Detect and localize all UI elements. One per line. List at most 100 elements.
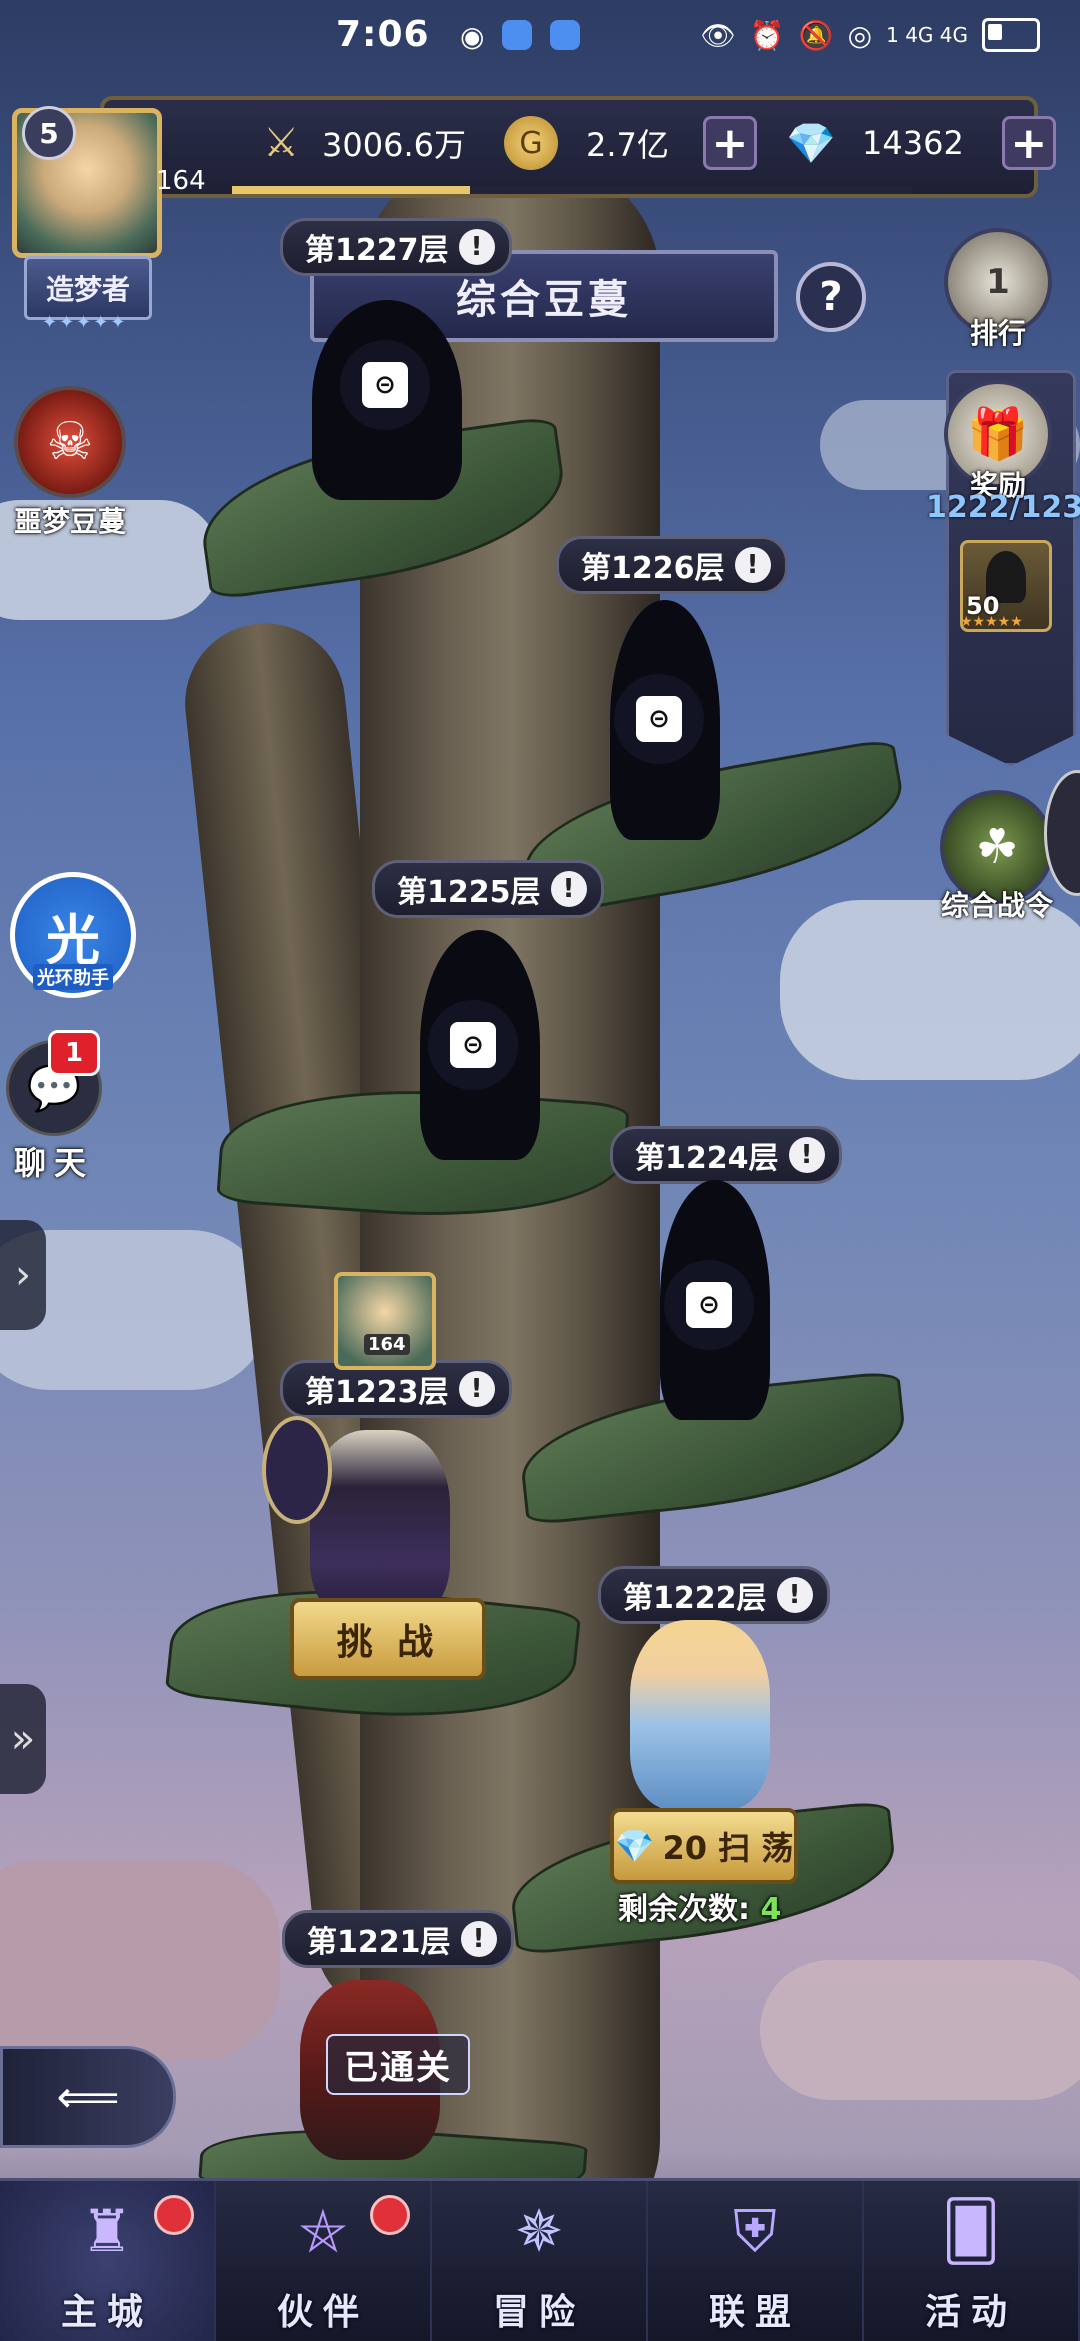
- witch-hat-icon: ⛤: [299, 2196, 347, 2265]
- player-title-badge[interactable]: 造梦者: [24, 256, 152, 320]
- info-icon[interactable]: !: [550, 871, 587, 907]
- info-icon[interactable]: !: [458, 1371, 495, 1407]
- expand-left-panel-tab[interactable]: ›: [0, 1220, 46, 1330]
- challenge-button[interactable]: 挑 战: [290, 1598, 486, 1680]
- reward-progress: 1222/1230: [926, 490, 1080, 525]
- notification-dot: [370, 2195, 410, 2235]
- status-system-icons: 👁 ⏰ 🔕 ◎ 1 4G 4G: [700, 18, 1040, 52]
- floor-label-1226[interactable]: 第1226层!: [556, 536, 788, 594]
- cloud: [760, 1960, 1080, 2100]
- diamond-value: 14362: [862, 124, 964, 162]
- sword-icon: ⚔: [263, 120, 299, 166]
- info-icon[interactable]: !: [460, 1921, 497, 1957]
- floor-name: 第1224层: [635, 1141, 779, 1176]
- gold-coin-icon: G: [504, 116, 558, 170]
- hotspot-icon: ◎: [847, 18, 873, 52]
- cards-icon: 🂠: [941, 2197, 1001, 2265]
- xp-bar: [232, 186, 912, 194]
- chevron-right-icon: ›: [15, 1252, 31, 1298]
- nightmare-label: 噩梦豆蔓: [14, 505, 127, 538]
- castle-icon: ♜: [81, 2197, 133, 2265]
- assistant-label: 光环助手: [33, 964, 113, 990]
- reward-button[interactable]: 🎁 奖励: [944, 380, 1052, 504]
- battery-icon: [982, 18, 1040, 52]
- nav-label: 联盟: [708, 2292, 801, 2333]
- help-button[interactable]: ?: [796, 262, 866, 332]
- diamond-resource: 💎 14362 +: [784, 116, 1056, 170]
- cloud: [0, 1860, 280, 2060]
- floor-label-1224[interactable]: 第1224层!: [610, 1126, 842, 1184]
- info-icon[interactable]: !: [776, 1577, 813, 1613]
- bilibili-icon: ◉: [460, 20, 485, 53]
- xp-bar-fill: [232, 186, 470, 194]
- nav-partners[interactable]: ⛤ 伙伴: [216, 2181, 432, 2341]
- info-icon[interactable]: !: [734, 547, 771, 583]
- gold-resource: G 2.7亿 +: [504, 116, 757, 170]
- gold-value: 2.7亿: [586, 126, 669, 164]
- floor-label-1222[interactable]: 第1222层!: [598, 1566, 830, 1624]
- eye-icon: 👁: [700, 18, 736, 52]
- nav-main-city[interactable]: ♜ 主城: [0, 2181, 216, 2341]
- cleared-badge: 已通关: [326, 2034, 470, 2095]
- floor-name: 第1225层: [397, 875, 541, 910]
- double-chevron-right-icon: »: [10, 1716, 36, 1762]
- floor-label-1221[interactable]: 第1221层!: [282, 1910, 514, 1968]
- chat-label: 聊天: [13, 1144, 94, 1182]
- battle-pass-label: 综合战令: [940, 889, 1053, 922]
- bottom-nav: ♜ 主城 ⛤ 伙伴 ✵ 冒险 ⛨ 联盟 🂠 活动: [0, 2178, 1080, 2341]
- current-floor-player-marker: [334, 1272, 436, 1370]
- cloud-app-icon: [502, 20, 533, 50]
- floor-name: 第1221层: [307, 1925, 451, 1960]
- ranking-icon-char: 1: [986, 262, 1010, 302]
- nav-label: 伙伴: [276, 2292, 369, 2333]
- add-diamond-button[interactable]: +: [1001, 116, 1056, 170]
- cloud: [780, 900, 1080, 1080]
- remaining-attempts: 剩余次数: 4: [618, 1884, 781, 1928]
- floor-label-1227[interactable]: 第1227层!: [280, 218, 512, 276]
- sweep-label: 20 扫 荡: [662, 1829, 794, 1867]
- sweep-button[interactable]: 💎 20 扫 荡: [610, 1808, 798, 1884]
- nightmare-beanstalk-button[interactable]: ☠ 噩梦豆蔓: [14, 386, 126, 540]
- nav-adventure[interactable]: ✵ 冒险: [432, 2181, 648, 2341]
- floor-name: 第1226层: [581, 551, 725, 586]
- floor-label-1225[interactable]: 第1225层!: [372, 860, 604, 918]
- lock-icon: ⊝: [614, 674, 704, 764]
- diamond-icon: 💎: [786, 120, 836, 167]
- marker-power-level: 164: [364, 1334, 410, 1355]
- notification-dot: [154, 2195, 194, 2235]
- resource-bar: ⚔ 3006.6万 G 2.7亿 + 💎 14362 +: [100, 96, 1056, 198]
- power-resource: ⚔ 3006.6万: [254, 116, 466, 170]
- floor-name: 第1227层: [305, 233, 449, 268]
- remaining-label: 剩余次数:: [618, 1892, 750, 1927]
- nav-alliance[interactable]: ⛨ 联盟: [648, 2181, 864, 2341]
- player-power-level: 164: [156, 166, 206, 196]
- add-gold-button[interactable]: +: [702, 116, 757, 170]
- alarm-icon: ⏰: [749, 18, 785, 52]
- question-icon: ?: [819, 274, 843, 320]
- status-time: 7:06: [336, 14, 430, 55]
- ranking-button[interactable]: 1 排行: [944, 228, 1052, 352]
- lock-icon: ⊝: [428, 1000, 518, 1090]
- signal-icon: 1 4G 4G: [886, 23, 968, 47]
- back-button[interactable]: ⟸: [0, 2046, 176, 2148]
- expand-quick-menu-tab[interactable]: »: [0, 1684, 46, 1794]
- title-stars: ✦✦✦✦✦: [42, 312, 128, 333]
- princess-character[interactable]: [630, 1620, 770, 1810]
- info-icon[interactable]: !: [788, 1137, 825, 1173]
- battle-pass-button[interactable]: ☘ 综合战令: [940, 790, 1054, 924]
- nav-events[interactable]: 🂠 活动: [864, 2181, 1080, 2341]
- assistant-icon-char: 光: [46, 908, 100, 972]
- floor-name: 第1223层: [305, 1375, 449, 1410]
- nav-label: 主城: [60, 2292, 153, 2333]
- ranking-label: 排行: [969, 317, 1026, 350]
- status-bar: 7:06 ◉ 👁 ⏰ 🔕 ◎ 1 4G 4G: [0, 0, 1080, 80]
- status-app-icons: ◉: [460, 20, 581, 53]
- lock-icon: ⊝: [340, 340, 430, 430]
- power-value: 3006.6万: [322, 126, 466, 164]
- assistant-button[interactable]: 光 光环助手: [10, 872, 136, 998]
- remaining-count: 4: [760, 1892, 782, 1927]
- compass-icon: ✵: [514, 2197, 564, 2265]
- nav-label: 冒险: [492, 2292, 585, 2333]
- shield-icon: ⛨: [733, 2196, 777, 2265]
- info-icon[interactable]: !: [458, 229, 495, 265]
